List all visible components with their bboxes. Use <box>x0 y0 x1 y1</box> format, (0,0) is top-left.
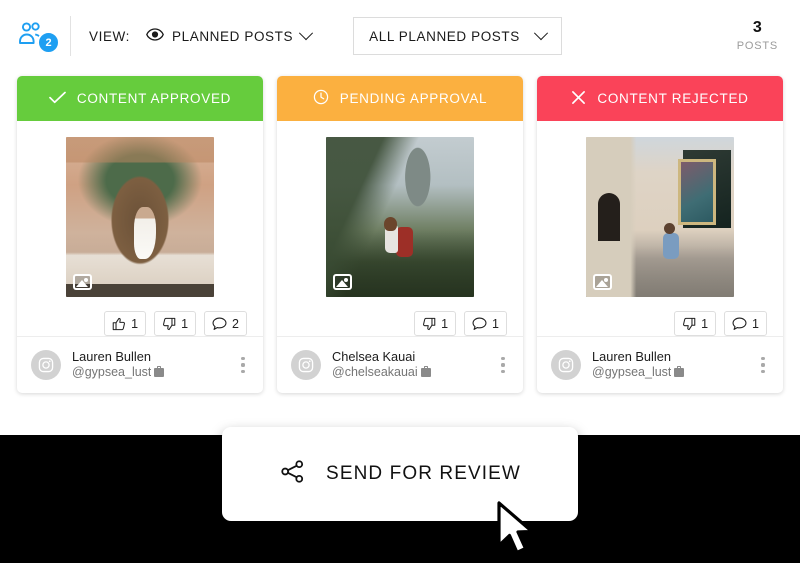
posts-count-label: POSTS <box>736 39 778 52</box>
send-for-review-button[interactable]: SEND FOR REVIEW <box>222 427 578 521</box>
reaction-count: 2 <box>232 316 239 331</box>
reaction-bar: 1 1 2 <box>104 311 247 336</box>
post-thumbnail[interactable] <box>586 137 734 297</box>
reaction-count: 1 <box>441 316 449 331</box>
status-badge: CONTENT REJECTED <box>537 76 783 121</box>
user-name: Lauren Bullen <box>72 349 151 365</box>
post-thumbnail[interactable] <box>66 137 214 297</box>
user-meta: Lauren Bullen @gypsea_lust <box>592 349 744 381</box>
avatar <box>31 350 61 380</box>
toolbar: 2 VIEW: PLANNED POSTS ALL PLANNED POSTS … <box>0 0 800 72</box>
reaction-count: 1 <box>131 316 139 331</box>
post-card-footer: Lauren Bullen @gypsea_lust <box>537 336 783 393</box>
app-canvas: 2 VIEW: PLANNED POSTS ALL PLANNED POSTS … <box>0 0 800 435</box>
gallery-icon <box>333 274 352 290</box>
comment-button[interactable]: 1 <box>464 311 507 336</box>
thumbs-down-button[interactable]: 1 <box>674 311 717 336</box>
share-icon <box>279 458 306 490</box>
user-handle-row: @gypsea_lust <box>72 365 224 381</box>
posts-count-value: 3 <box>752 19 762 37</box>
post-card[interactable]: CONTENT REJECTED 1 1 Lauren Bullen @gyps… <box>537 76 783 393</box>
user-meta: Chelsea Kauai @chelseakauai <box>332 349 484 381</box>
chevron-down-icon <box>299 26 314 41</box>
gallery-icon <box>73 274 92 290</box>
chevron-down-icon <box>533 26 548 41</box>
posts-counter: 3 POSTS <box>737 19 778 52</box>
status-badge: CONTENT APPROVED <box>17 76 263 121</box>
reaction-bar: 1 1 <box>414 311 507 336</box>
eye-icon <box>146 28 164 44</box>
status-label: CONTENT REJECTED <box>597 91 749 106</box>
comment-icon <box>732 317 747 330</box>
instagram-icon <box>298 357 314 373</box>
user-handle: @chelseakauai <box>332 365 418 380</box>
post-card-body: 1 1 2 <box>17 121 263 336</box>
post-card[interactable]: PENDING APPROVAL 1 1 Chelsea Kauai @chel… <box>277 76 523 393</box>
view-label: VIEW: <box>89 28 131 44</box>
collaborators-count-badge: 2 <box>37 31 60 54</box>
post-card-body: 1 1 <box>537 121 783 336</box>
comment-button[interactable]: 2 <box>204 311 247 336</box>
status-label: CONTENT APPROVED <box>76 91 232 106</box>
gallery-icon <box>593 274 612 290</box>
briefcase-icon <box>154 365 165 378</box>
thumbs-down-icon <box>163 317 176 330</box>
reaction-count: 1 <box>752 316 759 331</box>
instagram-icon <box>558 357 574 373</box>
comment-button[interactable]: 1 <box>724 311 767 336</box>
instagram-icon <box>38 357 54 373</box>
view-mode-value: PLANNED POSTS <box>172 28 294 44</box>
user-handle-row: @gypsea_lust <box>592 365 744 381</box>
post-card-footer: Lauren Bullen @gypsea_lust <box>17 336 263 393</box>
clock-icon <box>313 89 329 108</box>
thumbs-down-button[interactable]: 1 <box>154 311 197 336</box>
status-badge: PENDING APPROVAL <box>277 76 523 121</box>
briefcase-icon <box>674 365 685 378</box>
comment-icon <box>472 317 487 330</box>
avatar <box>551 350 581 380</box>
user-handle: @gypsea_lust <box>72 365 152 380</box>
bottom-action-bar: SEND FOR REVIEW <box>0 427 800 550</box>
user-handle: @gypsea_lust <box>592 365 672 380</box>
thumbs-up-button[interactable]: 1 <box>104 311 147 336</box>
user-handle-row: @chelseakauai <box>332 365 484 381</box>
thumbs-down-button[interactable]: 1 <box>414 311 457 336</box>
post-card-body: 1 1 <box>277 121 523 336</box>
post-thumbnail[interactable] <box>326 137 474 297</box>
kebab-menu-icon[interactable] <box>495 357 511 373</box>
post-card-list: CONTENT APPROVED 1 1 2 Lauren Bullen @gy… <box>17 76 783 393</box>
collaborators-button[interactable]: 2 <box>18 18 60 54</box>
planned-posts-filter-select[interactable]: ALL PLANNED POSTS <box>353 17 562 55</box>
filter-value: ALL PLANNED POSTS <box>369 28 520 44</box>
thumbs-up-icon <box>112 317 126 330</box>
status-label: PENDING APPROVAL <box>339 91 488 106</box>
avatar <box>291 350 321 380</box>
user-name: Lauren Bullen <box>592 349 671 365</box>
reaction-count: 1 <box>492 316 499 331</box>
reaction-count: 1 <box>181 316 189 331</box>
toolbar-divider <box>70 16 71 56</box>
kebab-menu-icon[interactable] <box>235 357 251 373</box>
thumbs-down-icon <box>423 317 436 330</box>
send-for-review-label: SEND FOR REVIEW <box>326 463 521 484</box>
post-card[interactable]: CONTENT APPROVED 1 1 2 Lauren Bullen @gy… <box>17 76 263 393</box>
thumbs-down-icon <box>683 317 696 330</box>
briefcase-icon <box>420 365 431 378</box>
user-name: Chelsea Kauai <box>332 349 416 365</box>
post-card-footer: Chelsea Kauai @chelseakauai <box>277 336 523 393</box>
close-icon <box>571 90 586 108</box>
user-meta: Lauren Bullen @gypsea_lust <box>72 349 224 381</box>
comment-icon <box>212 317 227 330</box>
reaction-count: 1 <box>701 316 709 331</box>
kebab-menu-icon[interactable] <box>755 357 771 373</box>
view-mode-dropdown[interactable]: PLANNED POSTS <box>146 26 314 44</box>
check-icon <box>49 91 66 107</box>
reaction-bar: 1 1 <box>674 311 767 336</box>
